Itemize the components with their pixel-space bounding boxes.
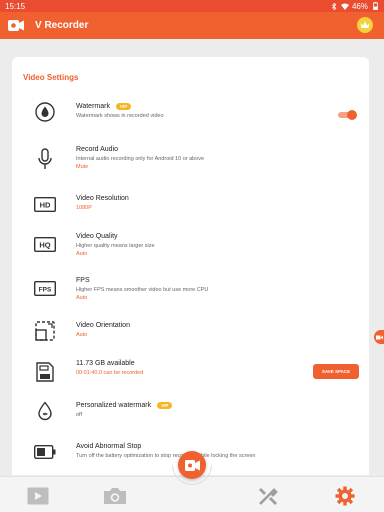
app-title: V Recorder xyxy=(35,20,89,31)
fps-value: Auto xyxy=(76,295,88,301)
battery-level: 46% xyxy=(351,1,368,11)
quality-value: Auto xyxy=(76,251,88,257)
orientation-value: Auto xyxy=(76,332,88,338)
abnormal-stop-desc: Turn off the battery optimization to sto… xyxy=(76,453,256,459)
setting-personalized-watermark[interactable]: Personalized watermark VIP off xyxy=(12,400,369,440)
vip-badge: VIP xyxy=(157,401,173,409)
resolution-value: 1080P xyxy=(76,205,92,211)
video-camera-icon xyxy=(375,335,383,339)
resolution-title: Video Resolution xyxy=(76,194,129,202)
record-button[interactable] xyxy=(178,451,206,479)
nav-videos[interactable] xyxy=(26,485,50,507)
quality-title: Video Quality xyxy=(76,232,118,240)
watermark-text: Watermark VIP Watermark shows in recorde… xyxy=(76,101,164,119)
battery-icon xyxy=(371,2,379,10)
tools-icon xyxy=(259,488,278,505)
svg-text:HD: HD xyxy=(40,200,51,209)
microphone-icon xyxy=(34,148,56,170)
watermark-drop-outline-icon xyxy=(34,400,56,422)
app-bar: V Recorder xyxy=(0,12,384,39)
battery-optimization-icon xyxy=(34,441,56,463)
record-audio-title: Record Audio xyxy=(76,145,119,153)
storage-title: 11.73 GB available xyxy=(76,359,135,367)
setting-video-quality[interactable]: HQ Video Quality Higher quality means la… xyxy=(12,231,369,271)
vip-badge: VIP xyxy=(115,102,132,110)
hd-icon: HD xyxy=(34,193,56,215)
abnormal-stop-title: Avoid Abnormal Stop xyxy=(76,442,142,450)
fps-icon: FPS xyxy=(34,277,56,299)
status-bar: 15:15 46% xyxy=(0,0,384,12)
nav-screenshots[interactable] xyxy=(103,485,127,507)
app-logo-icon xyxy=(8,20,24,32)
video-settings-card: Video Settings Watermark VIP Watermark s… xyxy=(12,57,369,475)
quality-desc: Higher quality means larger size xyxy=(76,243,155,249)
svg-text:FPS: FPS xyxy=(39,286,52,293)
premium-crown-button[interactable] xyxy=(357,17,373,33)
crown-icon xyxy=(360,21,370,28)
record-audio-desc: Internal audio recording only for Androi… xyxy=(76,156,205,162)
fps-desc: Higher FPS means smoother video but use … xyxy=(76,287,209,293)
personalized-watermark-value: off xyxy=(76,412,83,418)
storage-value: 00:01:40.0 can be recorded xyxy=(76,370,144,376)
video-icon xyxy=(27,487,49,505)
fps-title: FPS xyxy=(76,276,90,284)
nav-tools[interactable] xyxy=(256,485,280,507)
watermark-title: Watermark xyxy=(76,102,110,110)
wifi-icon xyxy=(340,3,349,10)
setting-storage: 11.73 GB available 00:01:40.0 can be rec… xyxy=(12,358,369,398)
setting-record-audio[interactable]: Record Audio Internal audio recording on… xyxy=(12,144,369,184)
record-camera-icon xyxy=(184,459,200,471)
record-audio-value: Mute xyxy=(76,164,89,170)
setting-fps[interactable]: FPS FPS Higher FPS means smoother video … xyxy=(12,275,369,315)
bluetooth-icon xyxy=(330,2,338,10)
save-space-button[interactable]: SAVE SPACE xyxy=(313,364,359,379)
section-title: Video Settings xyxy=(23,73,79,82)
watermark-toggle[interactable] xyxy=(337,110,357,120)
status-time: 15:15 xyxy=(5,1,26,11)
orientation-title: Video Orientation xyxy=(76,321,130,329)
orientation-icon xyxy=(34,320,56,342)
camera-icon xyxy=(104,488,126,504)
watermark-drop-icon xyxy=(34,101,56,123)
floating-recorder-handle[interactable] xyxy=(374,330,384,344)
hq-icon: HQ xyxy=(34,233,56,255)
status-right: 46% xyxy=(330,2,379,11)
sd-card-icon xyxy=(34,361,56,383)
personalized-watermark-title: Personalized watermark xyxy=(76,401,152,409)
settings-icon xyxy=(335,486,355,506)
setting-watermark[interactable]: Watermark VIP Watermark shows in recorde… xyxy=(12,101,369,141)
setting-video-resolution[interactable]: HD Video Resolution 1080P xyxy=(12,193,369,233)
setting-video-orientation[interactable]: Video Orientation Auto xyxy=(12,320,369,360)
svg-text:HQ: HQ xyxy=(39,240,50,249)
nav-settings[interactable] xyxy=(333,485,357,507)
watermark-desc: Watermark shows in recorded video xyxy=(76,113,164,119)
